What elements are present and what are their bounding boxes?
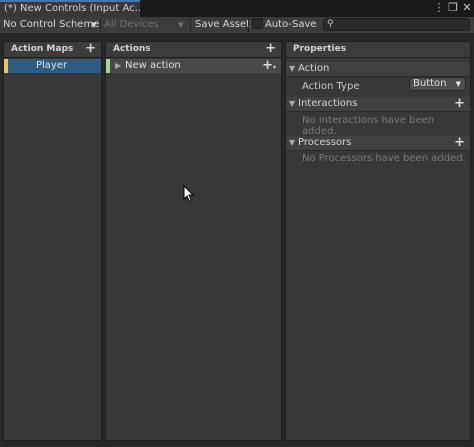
expand-triangle-icon[interactable]: ▶ bbox=[115, 59, 121, 73]
window-tab[interactable]: (*) New Controls (Input Ac... bbox=[0, 0, 140, 17]
add-processor-button[interactable]: + bbox=[454, 136, 465, 149]
interactions-empty-text: No Interactions have been added. bbox=[302, 115, 435, 137]
devices-dropdown[interactable]: All Devices ▼ bbox=[101, 17, 189, 33]
properties-title: Properties bbox=[293, 44, 347, 54]
action-label: New action bbox=[125, 60, 181, 71]
auto-save-checkbox[interactable] bbox=[252, 18, 263, 29]
action-section-foldout[interactable]: ▼ Action bbox=[286, 62, 470, 77]
processors-empty-text: No Processors have been added. bbox=[302, 153, 466, 164]
interactions-section-title: Interactions bbox=[298, 98, 358, 109]
actions-title: Actions bbox=[113, 44, 151, 54]
action-section-title: Action bbox=[298, 63, 330, 74]
more-menu-icon[interactable]: ⋮ bbox=[433, 1, 445, 15]
add-action-map-button[interactable]: + bbox=[85, 42, 96, 55]
action-maps-pane: Action Maps + Player bbox=[3, 41, 102, 441]
actions-header: Actions + bbox=[106, 42, 281, 58]
action-marker bbox=[106, 59, 110, 73]
close-icon[interactable]: ✕ bbox=[461, 1, 473, 15]
action-type-label: Action Type bbox=[302, 81, 360, 92]
action-type-value: Button bbox=[413, 78, 447, 89]
toolbar-divider bbox=[190, 18, 191, 32]
action-maps-header: Action Maps + bbox=[4, 42, 101, 58]
maximize-icon[interactable]: ❐ bbox=[447, 1, 459, 15]
processors-section-title: Processors bbox=[298, 137, 352, 148]
properties-header: Properties bbox=[286, 42, 470, 58]
list-item-player[interactable]: Player bbox=[4, 59, 101, 73]
mouse-cursor-icon bbox=[183, 185, 195, 203]
add-action-button[interactable]: + bbox=[265, 42, 276, 55]
action-type-dropdown[interactable]: Button ▼ bbox=[409, 77, 466, 91]
processors-empty-row: No Processors have been added. bbox=[286, 151, 470, 171]
collapse-triangle-icon: ▼ bbox=[289, 138, 296, 147]
chevron-down-icon: ▼ bbox=[91, 21, 97, 29]
toolbar-divider bbox=[248, 18, 249, 32]
properties-pane: Properties ▼ Action Action Type ▼ Intera… bbox=[285, 41, 471, 441]
save-asset-button[interactable]: Save Asset bbox=[195, 17, 250, 33]
auto-save-label: Auto-Save bbox=[265, 19, 317, 30]
chevron-down-icon: ▼ bbox=[178, 21, 184, 29]
action-maps-title: Action Maps bbox=[11, 44, 74, 54]
action-map-label: Player bbox=[36, 60, 68, 71]
interactions-empty-row: No Interactions have been added. bbox=[286, 112, 470, 137]
interactions-section-foldout[interactable]: ▼ Interactions + bbox=[286, 97, 470, 112]
add-interaction-button[interactable]: + bbox=[454, 97, 465, 110]
list-item-new-action[interactable]: ▶ New action +▾ bbox=[106, 59, 281, 73]
control-scheme-dropdown[interactable]: No Control Scheme ▼ bbox=[0, 17, 99, 33]
chevron-down-icon: ▼ bbox=[455, 80, 461, 88]
devices-label: All Devices bbox=[104, 19, 159, 30]
action-map-marker bbox=[4, 59, 8, 73]
search-input[interactable] bbox=[323, 18, 470, 31]
collapse-triangle-icon: ▼ bbox=[289, 64, 296, 73]
search-icon: ⚲ bbox=[327, 19, 334, 29]
add-binding-button[interactable]: +▾ bbox=[262, 59, 276, 74]
collapse-triangle-icon: ▼ bbox=[289, 99, 296, 108]
processors-section-foldout[interactable]: ▼ Processors + bbox=[286, 136, 470, 151]
actions-pane: Actions + ▶ New action +▾ bbox=[105, 41, 282, 441]
control-scheme-label: No Control Scheme bbox=[3, 19, 100, 30]
